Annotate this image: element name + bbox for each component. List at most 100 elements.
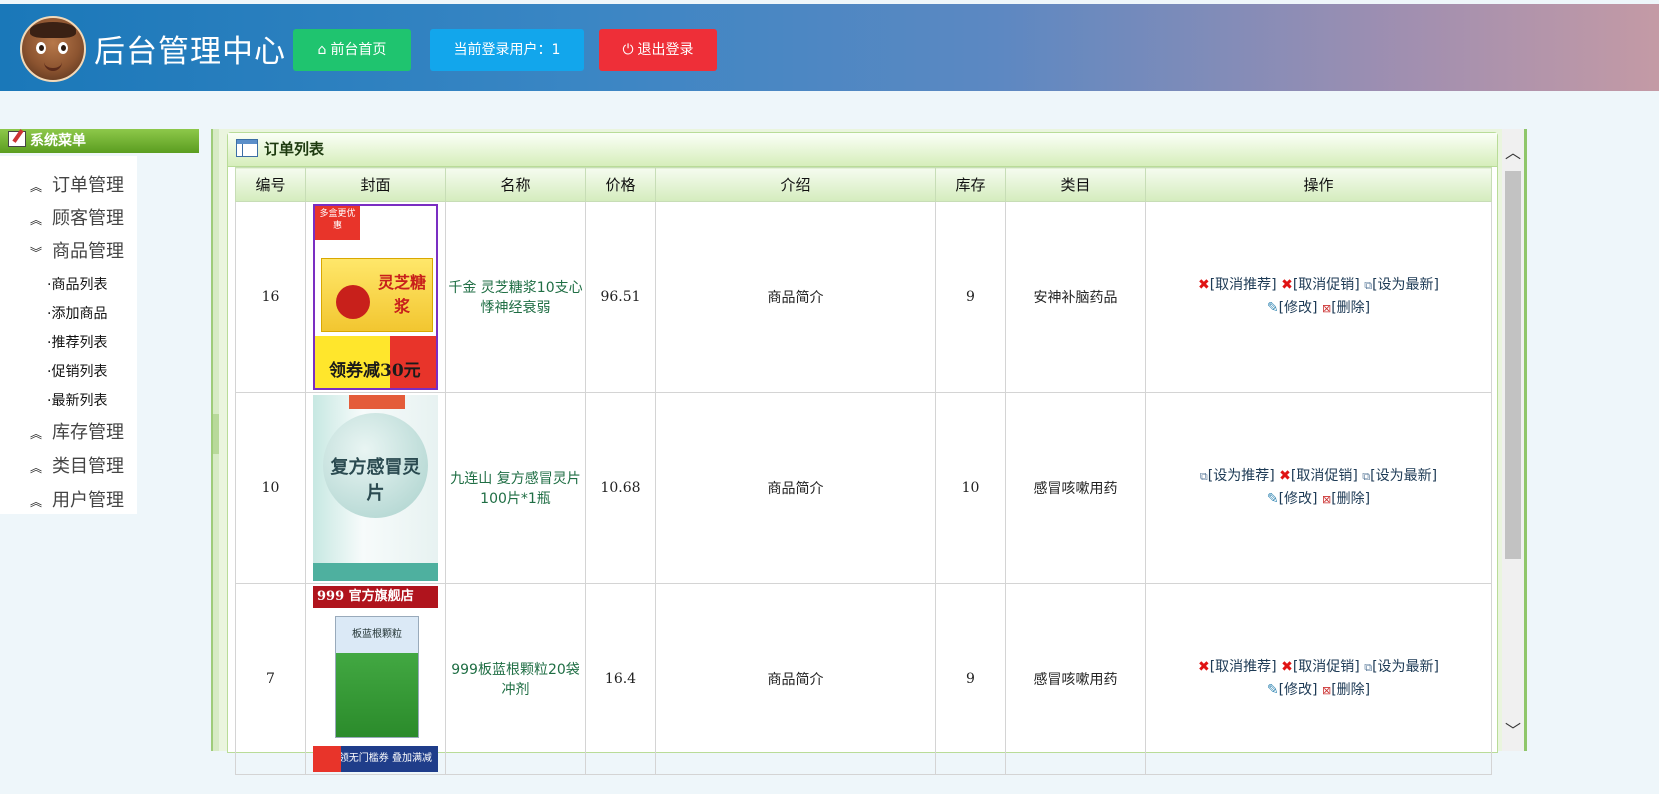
cell-name[interactable]: 999板蓝根颗粒20袋冲剂 <box>445 583 586 775</box>
sidebar-heading-label: 系统菜单 <box>30 133 86 149</box>
current-user-label: 当前登录用户：1 <box>453 42 561 58</box>
cell-actions: ✖[取消推荐] ✖[取消促销] ⧉[设为最新] ✎[修改] ⊠[删除] <box>1145 583 1492 775</box>
link-label: [删除] <box>1331 682 1371 698</box>
pencil-icon: ✎ <box>1266 682 1279 698</box>
cover-product-name: 灵芝糖浆 <box>377 273 426 316</box>
col-stock: 库存 <box>935 167 1006 202</box>
sidebar-sub-recommend-list[interactable]: ·推荐列表 <box>47 332 107 352</box>
chevron-up-icon: ︽ <box>30 180 43 194</box>
cover-product-name: 复方感冒灵片 <box>330 457 421 504</box>
logout-button[interactable]: ⏻ 退出登录 <box>599 29 717 71</box>
col-price: 价格 <box>585 167 656 202</box>
sidebar-item-orders[interactable]: ︽ 订单管理 <box>30 171 124 197</box>
panel-header: 订单列表 <box>228 133 1497 167</box>
tag-icon: ⧉ <box>1364 661 1373 674</box>
product-cover-image[interactable]: 999 官方旗舰店 板蓝根颗粒 领无门槛券 叠加满减 <box>313 586 438 772</box>
cell-cover: 多盒更优惠 灵芝糖浆 领券减30元 <box>305 201 446 393</box>
sidebar-item-customers[interactable]: ︽ 顾客管理 <box>30 204 124 230</box>
sidebar-sub-add-product[interactable]: ·添加商品 <box>47 303 107 323</box>
scrollbar-thumb[interactable] <box>1505 171 1521 559</box>
scroll-up-icon[interactable]: ︿ <box>1502 139 1524 163</box>
cell-price: 16.4 <box>585 583 656 775</box>
cell-name[interactable]: 九连山 复方感冒灵片100片*1瓶 <box>445 392 586 584</box>
sidebar-item-inventory[interactable]: ︽ 库存管理 <box>30 418 124 444</box>
cross-icon: ✖ <box>1281 277 1293 293</box>
current-user-button[interactable]: 当前登录用户：1 <box>430 29 584 71</box>
sidebar-sub-promo-list[interactable]: ·促销列表 <box>47 361 107 381</box>
link-label: [取消推荐] <box>1209 659 1277 675</box>
col-intro: 介绍 <box>655 167 936 202</box>
scroll-down-icon[interactable]: ﹀ <box>1502 717 1524 741</box>
link-label: [设为推荐] <box>1207 468 1275 484</box>
sidebar-item-products[interactable]: ︾ 商品管理 <box>30 237 124 263</box>
cell-id: 16 <box>235 201 306 393</box>
edit-icon <box>8 131 26 147</box>
cell-actions: ✖[取消推荐] ✖[取消促销] ⧉[设为最新] ✎[修改] ⊠[删除] <box>1145 201 1492 393</box>
sidebar-item-users[interactable]: ︽ 用户管理 <box>30 486 124 512</box>
cover-badge: 多盒更优惠 <box>315 206 360 240</box>
delete-icon: ⊠ <box>1321 493 1332 506</box>
cancel-promo-link[interactable]: ✖[取消促销] <box>1279 468 1358 484</box>
vertical-scrollbar[interactable]: ︿ ﹀ <box>1502 129 1527 751</box>
cross-icon: ✖ <box>1281 659 1293 675</box>
sidebar-item-categories[interactable]: ︽ 类目管理 <box>30 452 124 478</box>
chevron-down-icon: ︾ <box>30 246 43 260</box>
frame-splitter[interactable] <box>211 129 219 751</box>
panel-title: 订单列表 <box>264 140 325 158</box>
delete-link[interactable]: ⊠[删除] <box>1322 491 1370 507</box>
delete-link[interactable]: ⊠[删除] <box>1322 682 1370 698</box>
table-row: 7 999 官方旗舰店 板蓝根颗粒 领无门槛券 叠加满减 999板蓝根颗粒20袋… <box>235 583 1492 775</box>
cancel-recommend-link[interactable]: ✖[取消推荐] <box>1198 659 1277 675</box>
delete-link[interactable]: ⊠[删除] <box>1322 300 1370 316</box>
cover-banner: 领券减30元 <box>315 336 436 388</box>
chevron-up-icon: ︽ <box>30 495 43 509</box>
sidebar-item-label: 库存管理 <box>52 422 124 443</box>
home-button[interactable]: ⌂ 前台首页 <box>293 29 411 71</box>
link-label: [删除] <box>1331 491 1371 507</box>
cell-price: 96.51 <box>585 201 656 393</box>
cell-category: 感冒咳嗽用药 <box>1005 392 1146 584</box>
cell-stock: 9 <box>935 583 1006 775</box>
cell-category: 安神补脑药品 <box>1005 201 1146 393</box>
cover-product-name: 板蓝根颗粒 <box>352 629 402 640</box>
product-cover-image[interactable]: 复方感冒灵片 <box>313 395 438 581</box>
top-header: 后台管理中心 ⌂ 前台首页 当前登录用户：1 ⏻ 退出登录 <box>0 4 1659 91</box>
sidebar-sub-newest-list[interactable]: ·最新列表 <box>47 390 107 410</box>
link-label: [取消促销] <box>1292 277 1360 293</box>
cover-badge: 999 官方旗舰店 <box>313 586 438 608</box>
cell-name[interactable]: 千金 灵芝糖浆10支心悸神经衰弱 <box>445 201 586 393</box>
chevron-up-icon: ︽ <box>30 427 43 441</box>
cell-intro: 商品简介 <box>655 201 936 393</box>
edit-link[interactable]: ✎[修改] <box>1267 491 1318 507</box>
set-newest-link[interactable]: ⧉[设为最新] <box>1362 468 1437 484</box>
col-id: 编号 <box>235 167 306 202</box>
link-label: [取消促销] <box>1290 468 1358 484</box>
link-label: [取消推荐] <box>1209 277 1277 293</box>
set-newest-link[interactable]: ⧉[设为最新] <box>1364 659 1439 675</box>
cell-id: 7 <box>235 583 306 775</box>
cancel-promo-link[interactable]: ✖[取消促销] <box>1281 277 1360 293</box>
sidebar-menu: ︽ 订单管理 ︽ 顾客管理 ︾ 商品管理 ·商品列表 ·添加商品 ·推荐列表 ·促销列… <box>0 156 137 514</box>
chevron-up-icon: ︽ <box>30 213 43 227</box>
product-cover-image[interactable]: 多盒更优惠 灵芝糖浆 领券减30元 <box>313 204 438 390</box>
home-icon: ⌂ <box>317 42 327 58</box>
sidebar-sub-product-list[interactable]: ·商品列表 <box>47 274 107 294</box>
set-recommend-link[interactable]: ⧉[设为推荐] <box>1200 468 1275 484</box>
col-cover: 封面 <box>305 167 446 202</box>
cancel-promo-link[interactable]: ✖[取消促销] <box>1281 659 1360 675</box>
table-row: 10 复方感冒灵片 九连山 复方感冒灵片100片*1瓶 10.68 商品简介 1… <box>235 392 1492 584</box>
cross-icon: ✖ <box>1279 468 1291 484</box>
cross-icon: ✖ <box>1197 659 1210 675</box>
delete-icon: ⊠ <box>1321 302 1332 315</box>
power-icon: ⏻ <box>622 42 634 58</box>
cover-banner: 领无门槛券 叠加满减 <box>338 753 432 764</box>
tag-icon: ⧉ <box>1199 470 1208 483</box>
set-newest-link[interactable]: ⧉[设为最新] <box>1364 277 1439 293</box>
tag-icon: ⧉ <box>1362 470 1371 483</box>
delete-icon: ⊠ <box>1321 684 1332 697</box>
cell-actions: ⧉[设为推荐] ✖[取消促销] ⧉[设为最新] ✎[修改] ⊠[删除] <box>1145 392 1492 584</box>
edit-link[interactable]: ✎[修改] <box>1267 300 1318 316</box>
edit-link[interactable]: ✎[修改] <box>1267 682 1318 698</box>
cancel-recommend-link[interactable]: ✖[取消推荐] <box>1198 277 1277 293</box>
link-label: [设为最新] <box>1372 277 1440 293</box>
